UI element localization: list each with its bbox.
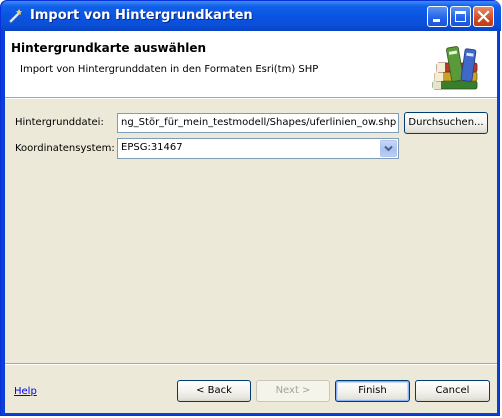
header-separator [5,97,497,99]
maximize-button[interactable] [450,6,471,27]
finish-button[interactable]: Finish [335,380,410,402]
window-title: Import von Hintergrundkarten [30,8,253,23]
wizard-header: Hintergrundkarte auswählen Import von Hi… [5,31,497,97]
coordinate-system-value: EPSG:31467 [121,142,183,153]
books-icon [429,45,483,93]
help-link[interactable]: Help [14,386,37,397]
cancel-button[interactable]: Cancel [415,380,490,402]
page-title: Hintergrundkarte auswählen [11,41,207,55]
browse-button[interactable]: Durchsuchen... [404,112,488,134]
minimize-button[interactable] [427,6,448,27]
coordinate-system-label: Koordinatensystem: [15,143,115,154]
maximize-icon [455,11,466,22]
import-dialog-window: Import von Hintergrundkarten Hintergrund… [0,0,501,416]
title-bar[interactable]: Import von Hintergrundkarten [1,1,501,31]
close-icon [477,10,490,23]
chevron-down-icon[interactable] [380,140,397,157]
coordinate-system-select[interactable]: EPSG:31467 [117,138,399,159]
close-button[interactable] [473,6,494,27]
footer-separator [5,363,497,365]
back-button[interactable]: < Back [177,380,251,402]
next-button[interactable]: Next > [256,380,330,402]
background-file-field[interactable]: ng_Stör_für_mein_testmodell/Shapes/uferl… [117,113,399,133]
page-description: Import von Hintergrunddaten in den Forma… [20,64,319,75]
minimize-icon [433,19,440,22]
background-file-label: Hintergrunddatei: [15,117,104,128]
app-wizard-icon [8,8,24,24]
dialog-client-area: Hintergrundkarte auswählen Import von Hi… [5,31,497,413]
